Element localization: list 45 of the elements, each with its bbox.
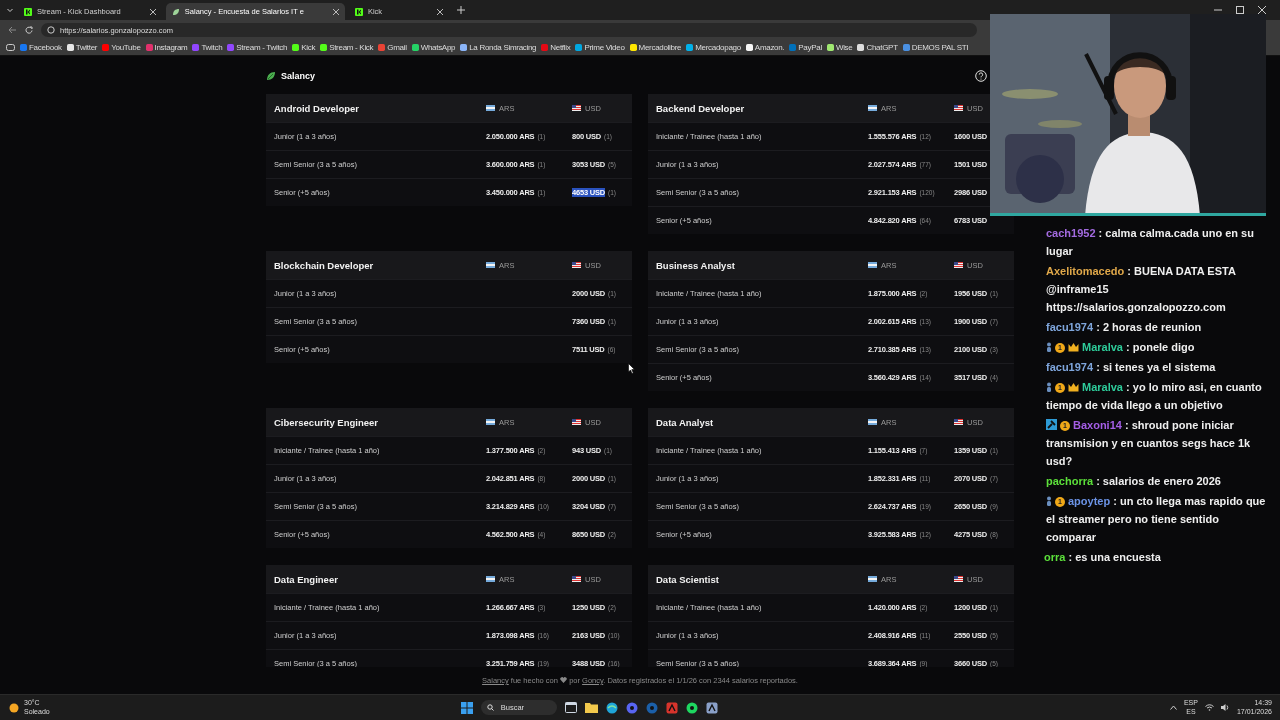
bookmark-link[interactable]: Instagram xyxy=(154,43,188,52)
bookmark-link[interactable]: Mercadolibre xyxy=(638,43,682,52)
bookmark-link[interactable]: Wise xyxy=(835,43,853,52)
chat-message: facu1974 : si tenes ya el sistema xyxy=(1046,360,1217,375)
chat-username[interactable]: facu1974 xyxy=(1046,321,1094,333)
chat-username[interactable]: Baxoni14 xyxy=(1073,419,1122,431)
bookmark-link[interactable]: Twitter xyxy=(75,43,98,52)
bookmark-link[interactable]: Facebook xyxy=(29,43,62,52)
chat-username[interactable]: Maralva xyxy=(1082,341,1123,353)
bookmark-link[interactable]: WhatsApp xyxy=(420,43,456,52)
bookmark-link[interactable]: PayPal xyxy=(798,43,822,52)
chat-username[interactable]: Maralva xyxy=(1082,381,1123,393)
bookmark-link[interactable]: DEMOS PAL STI xyxy=(911,43,969,52)
card-title: Data Engineer xyxy=(274,573,339,585)
bookmark-link[interactable]: Stream - Kick xyxy=(329,43,374,52)
bookmark-link[interactable]: Mercadopago xyxy=(695,43,741,52)
chat-message: Axelitomacedo : BUENA DATA ESTA @inframe15 https://salarios.gonzalopozzo.com xyxy=(1046,264,1237,315)
bookmark-link[interactable]: YouTube xyxy=(111,43,141,52)
chat-username[interactable]: apoytep xyxy=(1068,495,1111,507)
bookmark-link[interactable]: Gmail xyxy=(387,43,407,52)
bookmark-link[interactable]: Stream - Twitch xyxy=(236,43,288,52)
card-title: Backend Developer xyxy=(656,102,746,114)
bookmark-link[interactable]: Prime Video xyxy=(584,43,625,52)
bookmark-link[interactable]: Kick xyxy=(301,43,316,52)
chat-username[interactable]: facu1974 xyxy=(1046,361,1094,373)
card-title: Business Analyst xyxy=(656,259,736,271)
card-title: Data Scientist xyxy=(656,573,720,585)
bookmark-link[interactable]: Twitch xyxy=(201,43,223,52)
chat-message: pachorra : salarios de enero 2026 xyxy=(1046,474,1222,489)
bookmark-link[interactable]: ChatGPT xyxy=(866,43,898,52)
chat-username[interactable]: cach1952 xyxy=(1046,227,1096,239)
card-title: Data Analyst xyxy=(656,416,715,428)
card-title: Blockchain Developer xyxy=(274,259,375,271)
bookmark-link[interactable]: Amazon. xyxy=(754,43,785,52)
chat-message: facu1974 : 2 horas de reunion xyxy=(1046,320,1203,335)
chat-username[interactable]: pachorra xyxy=(1046,475,1094,487)
chat-message: cach1952 : calma calma.cada uno en su lugar xyxy=(1046,226,1255,259)
card-title: Cibersecurity Engineer xyxy=(274,416,379,428)
chat-username[interactable]: Axelitomacedo xyxy=(1046,265,1125,277)
bookmark-link[interactable]: Netflix xyxy=(550,43,571,52)
site-title: Salancy xyxy=(281,71,316,81)
chat-message: orra : es una encuesta xyxy=(1044,550,1162,565)
card-title: Android Developer xyxy=(274,102,360,114)
bookmark-link[interactable]: La Ronda Simracing xyxy=(469,43,537,52)
chat-username[interactable]: orra xyxy=(1044,551,1066,563)
